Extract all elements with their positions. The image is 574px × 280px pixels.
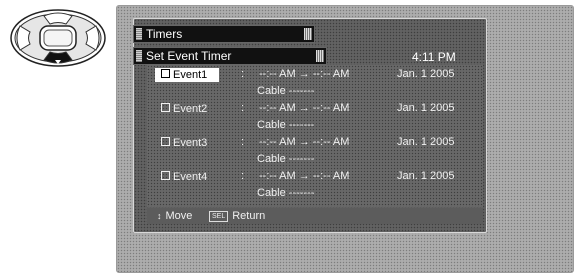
event-date[interactable]: Jan. 1 2005 (397, 136, 455, 148)
clock: 4:11 PM (412, 50, 456, 64)
checkbox-icon (161, 69, 170, 78)
checkbox-icon (161, 137, 170, 146)
event-button-3[interactable]: Event3 (155, 136, 219, 150)
event-row-3[interactable]: Event3 : --:-- AM → --:-- AM Jan. 1 2005… (147, 136, 483, 170)
bar-grip-icon (136, 50, 142, 62)
event-date[interactable]: Jan. 1 2005 (397, 102, 455, 114)
up-down-arrows-icon: ↕ (157, 211, 162, 221)
event-time-range[interactable]: --:-- AM → --:-- AM (259, 102, 349, 114)
event-date[interactable]: Jan. 1 2005 (397, 170, 455, 182)
event-time-range[interactable]: --:-- AM → --:-- AM (259, 136, 349, 148)
event-separator: : (241, 136, 245, 148)
event-row-1[interactable]: Event1 : --:-- AM → --:-- AM Jan. 1 2005… (147, 68, 483, 102)
checkbox-icon (161, 171, 170, 180)
event-row-2[interactable]: Event2 : --:-- AM → --:-- AM Jan. 1 2005… (147, 102, 483, 136)
bar-grip-icon (136, 28, 142, 40)
submenu-title: Set Event Timer (146, 49, 232, 63)
event-separator: : (241, 68, 245, 80)
footer-hints: ↕ Move SEL Return (147, 208, 483, 224)
sel-key-icon: SEL (209, 211, 229, 222)
submenu-bar[interactable]: Set Event Timer (133, 47, 327, 65)
event-source[interactable]: Cable ------- (257, 85, 314, 97)
menu-title: Timers (146, 27, 183, 41)
event-button-1[interactable]: Event1 (155, 68, 220, 82)
event-separator: : (241, 170, 245, 182)
event-button-2[interactable]: Event2 (155, 102, 219, 116)
event-time-range[interactable]: --:-- AM → --:-- AM (259, 170, 349, 182)
event-time-range[interactable]: --:-- AM → --:-- AM (259, 68, 349, 80)
bar-end-icon (304, 28, 312, 40)
event-source[interactable]: Cable ------- (257, 153, 314, 165)
event-source[interactable]: Cable ------- (257, 187, 314, 199)
event-row-4[interactable]: Event4 : --:-- AM → --:-- AM Jan. 1 2005… (147, 170, 483, 204)
return-hint: SEL Return (209, 210, 265, 222)
menu-title-bar: Timers (133, 25, 315, 43)
event-button-4[interactable]: Event4 (155, 170, 219, 184)
bar-end-icon (316, 50, 324, 62)
event-list: Event1 : --:-- AM → --:-- AM Jan. 1 2005… (147, 65, 483, 207)
event-date[interactable]: Jan. 1 2005 (397, 68, 455, 80)
checkbox-icon (161, 103, 170, 112)
remote-dpad-icon (10, 9, 106, 67)
move-hint: ↕ Move (157, 210, 193, 222)
event-source[interactable]: Cable ------- (257, 119, 314, 131)
remote-illustration (0, 0, 116, 275)
event-separator: : (241, 102, 245, 114)
